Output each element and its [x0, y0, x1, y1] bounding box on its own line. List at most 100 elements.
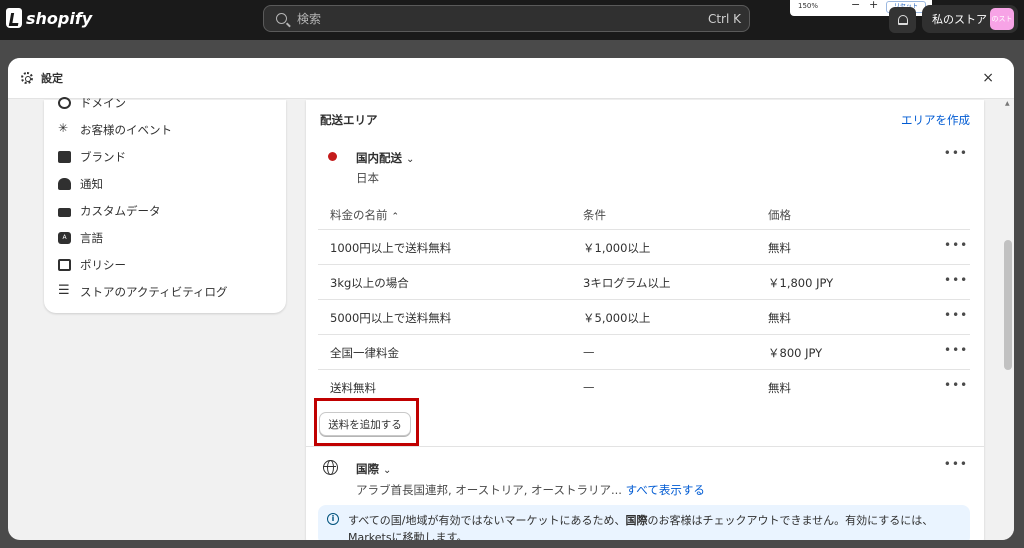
modal-header: 設定 ×: [8, 58, 1014, 99]
settings-modal: 設定 × ドメイン お客様のイベント ブランド 通知 カスタムデータ A 言語: [8, 58, 1014, 540]
rate-name: 送料無料: [330, 381, 376, 395]
zone-name: 国際: [356, 462, 379, 476]
sidebar-item-label: 通知: [80, 177, 103, 191]
table-row: 3kg以上の場合 3キログラム以上 ￥1,800 JPY •••: [318, 265, 970, 300]
zoom-out-button[interactable]: −: [851, 0, 860, 11]
japan-flag-icon: [328, 152, 337, 161]
table-row: 5000円以上で送料無料 ￥5,000以上 無料 •••: [318, 300, 970, 335]
globe-icon: [323, 460, 338, 475]
store-name: 私のストア: [932, 13, 987, 26]
policy-icon: [58, 259, 71, 271]
column-header-rate-name[interactable]: 料金の名前 ⌃: [330, 207, 399, 223]
domestic-zone-toggle[interactable]: 国内配送 ⌄: [356, 150, 414, 166]
international-zone-toggle[interactable]: 国際 ⌄: [356, 461, 391, 477]
sort-icon: ⌃: [391, 212, 400, 222]
info-icon: i: [327, 513, 339, 525]
cursor-click-icon: [58, 121, 71, 136]
table-row: 1000円以上で送料無料 ￥1,000以上 無料 •••: [318, 230, 970, 265]
globe-domain-icon: [58, 97, 71, 109]
bell-icon: [58, 178, 71, 190]
search-input[interactable]: [297, 11, 677, 26]
column-header-price: 価格: [768, 208, 791, 222]
language-icon: A: [58, 232, 71, 244]
bell-icon: [897, 15, 908, 25]
column-header-condition: 条件: [583, 208, 606, 222]
custom-data-icon: [58, 208, 71, 217]
more-actions-icon[interactable]: •••: [944, 273, 968, 287]
more-actions-icon[interactable]: •••: [944, 343, 968, 357]
zoom-level: 150%: [798, 2, 819, 10]
rate-price: 無料: [768, 381, 791, 395]
sidebar-item-notifications[interactable]: 通知: [58, 174, 103, 194]
more-actions-icon[interactable]: •••: [944, 457, 968, 471]
rate-name: 1000円以上で送料無料: [330, 241, 452, 255]
notifications-button[interactable]: [889, 7, 916, 33]
scrollbar-thumb[interactable]: [1004, 240, 1012, 370]
more-actions-icon[interactable]: •••: [944, 238, 968, 252]
shipping-zones-card: 配送エリア エリアを作成 国内配送 ⌄ 日本 ••• 料金の名前 ⌃ 条件 価格 1…: [306, 100, 984, 540]
rate-condition: 3キログラム以上: [583, 276, 671, 290]
more-actions-icon[interactable]: •••: [944, 378, 968, 392]
scroll-up-icon[interactable]: ▲: [1005, 100, 1010, 107]
rate-price: ￥1,800 JPY: [768, 276, 834, 290]
sidebar-item-label: 言語: [80, 231, 103, 245]
create-zone-link[interactable]: エリアを作成: [901, 112, 970, 128]
sidebar-item-label: カスタムデータ: [80, 204, 161, 218]
rates-table: 料金の名前 ⌃ 条件 価格 1000円以上で送料無料 ￥1,000以上 無料 ••…: [318, 197, 970, 405]
rate-name: 5000円以上で送料無料: [330, 311, 452, 325]
table-header: 料金の名前 ⌃ 条件 価格: [318, 197, 970, 230]
brand-image-icon: [58, 151, 71, 163]
scrollbar[interactable]: ▲: [1002, 100, 1014, 540]
rate-price: ￥800 JPY: [768, 346, 823, 360]
admin-topbar: shopify Ctrl K 150% − + リセット 私のストア のスト: [0, 0, 1024, 40]
settings-sidebar: ドメイン お客様のイベント ブランド 通知 カスタムデータ A 言語 ポリシー: [44, 96, 286, 313]
more-actions-icon[interactable]: •••: [944, 146, 968, 160]
banner-text: すべての国/地域が有効ではないマーケットにあるため、国際のお客様はチェックアウト…: [348, 514, 934, 540]
list-icon: [58, 283, 71, 298]
rate-condition: —: [583, 380, 595, 394]
section-title: 配送エリア: [320, 113, 378, 127]
sidebar-item-label: お客様のイベント: [80, 123, 172, 137]
add-rate-button[interactable]: 送料を追加する: [319, 412, 411, 436]
close-button[interactable]: ×: [982, 70, 994, 86]
chevron-down-icon: ⌄: [383, 465, 392, 476]
sidebar-item-label: ストアのアクティビティログ: [80, 285, 228, 299]
more-actions-icon[interactable]: •••: [944, 308, 968, 322]
zoom-in-button[interactable]: +: [869, 0, 878, 11]
zone-countries: 日本: [356, 171, 379, 185]
zone-name: 国内配送: [356, 151, 402, 165]
rate-condition: —: [583, 345, 595, 359]
sidebar-item-domains[interactable]: ドメイン: [58, 93, 126, 113]
rate-name: 3kg以上の場合: [330, 276, 409, 290]
sidebar-item-activity-log[interactable]: ストアのアクティビティログ: [58, 282, 228, 302]
shopify-bag-icon: [6, 8, 22, 28]
see-all-link[interactable]: すべて表示する: [626, 483, 705, 497]
avatar: のスト: [990, 8, 1014, 30]
zone-countries: アラブ首長国連邦, オーストリア, オーストラリア... すべて表示する: [356, 483, 705, 497]
shopify-logo[interactable]: shopify: [6, 8, 92, 28]
gear-icon: [21, 72, 33, 84]
modal-title: 設定: [41, 72, 63, 85]
rate-price: 無料: [768, 311, 791, 325]
store-menu-button[interactable]: 私のストア のスト: [922, 5, 1018, 33]
sidebar-item-label: ブランド: [80, 150, 126, 164]
chevron-down-icon: ⌄: [406, 154, 415, 165]
logo-text: shopify: [26, 8, 93, 28]
rate-condition: ￥5,000以上: [583, 311, 651, 325]
info-banner: i すべての国/地域が有効ではないマーケットにあるため、国際のお客様はチェックア…: [318, 505, 970, 540]
rate-condition: ￥1,000以上: [583, 241, 651, 255]
sidebar-item-label: ポリシー: [80, 258, 126, 272]
search-bar[interactable]: Ctrl K: [263, 5, 750, 32]
rate-price: 無料: [768, 241, 791, 255]
sidebar-item-languages[interactable]: A 言語: [58, 228, 103, 248]
sidebar-item-policies[interactable]: ポリシー: [58, 255, 126, 275]
sidebar-item-customer-events[interactable]: お客様のイベント: [58, 120, 172, 140]
search-icon: [276, 13, 287, 24]
divider: [306, 446, 984, 447]
table-row: 全国一律料金 — ￥800 JPY •••: [318, 335, 970, 370]
sidebar-item-custom-data[interactable]: カスタムデータ: [58, 201, 161, 221]
rate-name: 全国一律料金: [330, 346, 399, 360]
search-shortcut: Ctrl K: [707, 12, 741, 26]
sidebar-item-brand[interactable]: ブランド: [58, 147, 126, 167]
sidebar-item-label: ドメイン: [80, 96, 126, 110]
